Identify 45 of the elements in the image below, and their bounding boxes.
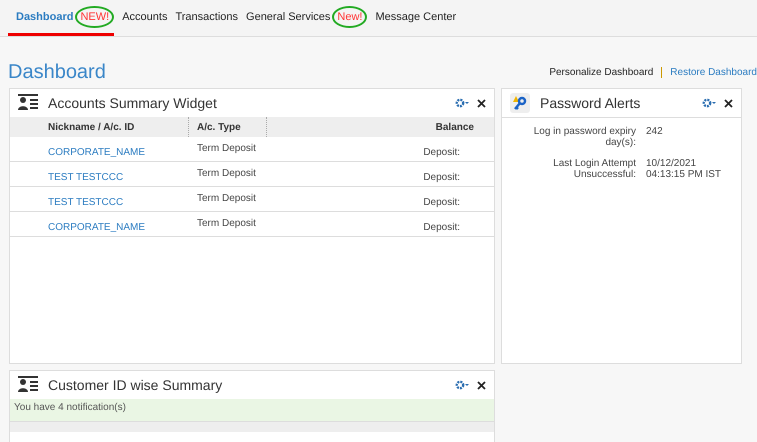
- contact-card-icon: [18, 94, 38, 112]
- table-cell-text: Deposit:: [422, 221, 461, 235]
- field-label: Log in password expiry day(s):: [532, 126, 636, 148]
- table-cell-text: Deposit:: [422, 146, 461, 160]
- key-warning-icon: [510, 93, 530, 113]
- new-badge: NEW!: [75, 6, 114, 28]
- table-cell-text: Term Deposit: [196, 142, 257, 156]
- dashboard-link[interactable]: Restore Dashboard: [661, 67, 757, 78]
- new-badge: New!: [332, 6, 368, 28]
- account-link[interactable]: CORPORATE_NAME: [10, 212, 188, 236]
- settings-icon[interactable]: [702, 98, 716, 108]
- page-title: Dashboard: [8, 61, 106, 84]
- close-icon[interactable]: [477, 380, 486, 390]
- settings-icon[interactable]: [455, 380, 469, 390]
- nav-tab[interactable]: Transactions: [167, 0, 238, 36]
- nav-tab-label[interactable]: Accounts: [122, 10, 168, 22]
- panel-title: Customer ID wise Summary: [48, 377, 224, 393]
- nav-tab[interactable]: Dashboard NEW!: [8, 0, 114, 36]
- account-link[interactable]: TEST TESTCCC: [10, 162, 188, 186]
- table-cell-text: Deposit:: [422, 171, 461, 185]
- close-icon[interactable]: [477, 98, 486, 108]
- nav-tab-label[interactable]: Transactions: [175, 10, 238, 22]
- table-cell-text: Term Deposit: [196, 167, 257, 181]
- settings-icon[interactable]: [455, 98, 469, 108]
- nav-tab[interactable]: Message Center: [367, 0, 456, 36]
- panel-title: Password Alerts: [540, 95, 642, 111]
- field-value: 242: [646, 126, 664, 139]
- table-cell-text: Term Deposit: [196, 217, 257, 231]
- field-value: 10/12/2021 04:13:15 PM IST: [646, 158, 722, 180]
- account-link[interactable]: CORPORATE_NAME: [10, 137, 188, 161]
- account-link[interactable]: TEST TESTCCC: [10, 187, 188, 211]
- dashboard-link[interactable]: Personalize Dashboard: [549, 67, 654, 78]
- panel-title: Accounts Summary Widget: [48, 95, 218, 111]
- nav-tab[interactable]: Accounts: [114, 0, 168, 36]
- table-cell-text: Term Deposit: [196, 192, 257, 206]
- nav-tab-label[interactable]: Message Center: [375, 10, 456, 22]
- table-cell-text: Deposit:: [422, 196, 461, 210]
- field-label: Last Login Attempt Unsuccessful:: [552, 158, 636, 180]
- notification-bar: You have 4 notification(s): [10, 399, 494, 421]
- nav-tab-label[interactable]: Dashboard: [16, 10, 74, 22]
- contact-card-icon: [18, 376, 38, 394]
- close-icon[interactable]: [724, 98, 733, 108]
- table-header: Nickname / A/c. ID A/c. Type Balance: [10, 117, 494, 137]
- nav-tab[interactable]: General Services New!: [238, 0, 368, 36]
- nav-tab-label[interactable]: General Services: [246, 10, 330, 22]
